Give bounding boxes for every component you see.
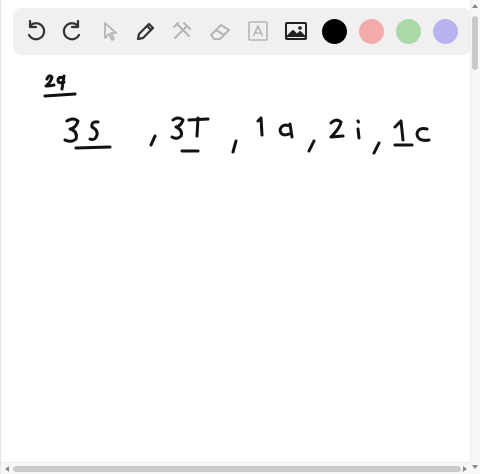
scroll-left-icon[interactable] xyxy=(3,465,11,473)
horizontal-scrollbar[interactable] xyxy=(1,462,471,474)
pen-icon[interactable] xyxy=(133,18,159,44)
color-swatch-red[interactable] xyxy=(359,19,384,44)
image-icon[interactable] xyxy=(283,18,309,44)
scroll-down-icon[interactable] xyxy=(471,463,479,471)
select-pointer-icon[interactable] xyxy=(97,18,123,44)
vertical-scrollbar[interactable] xyxy=(470,0,480,474)
handwriting-comma xyxy=(149,134,157,147)
vertical-scroll-thumb[interactable] xyxy=(472,16,478,70)
handwriting-3t xyxy=(170,116,210,153)
horizontal-scroll-thumb[interactable] xyxy=(13,466,461,472)
tools-icon[interactable] xyxy=(169,18,195,44)
handwriting-comma xyxy=(231,139,238,154)
drawing-canvas[interactable] xyxy=(1,60,469,462)
color-swatch-purple[interactable] xyxy=(433,19,458,44)
handwriting-comma xyxy=(372,141,381,155)
undo-icon[interactable] xyxy=(23,18,49,44)
handwriting-2i xyxy=(329,118,361,140)
handwriting-1a xyxy=(256,116,294,139)
handwriting-comma xyxy=(307,139,316,153)
toolbar xyxy=(13,8,471,55)
handwriting-29 xyxy=(43,74,77,98)
redo-icon[interactable] xyxy=(59,18,85,44)
color-swatch-black[interactable] xyxy=(322,19,347,44)
whiteboard-app xyxy=(0,0,480,474)
text-tool-icon[interactable] xyxy=(245,18,271,44)
scroll-right-icon[interactable] xyxy=(461,465,469,473)
scroll-up-icon[interactable] xyxy=(471,2,479,10)
color-swatch-green[interactable] xyxy=(396,19,421,44)
eraser-icon[interactable] xyxy=(207,18,233,44)
handwriting-1c xyxy=(393,119,431,147)
handwriting-3s xyxy=(63,117,112,150)
